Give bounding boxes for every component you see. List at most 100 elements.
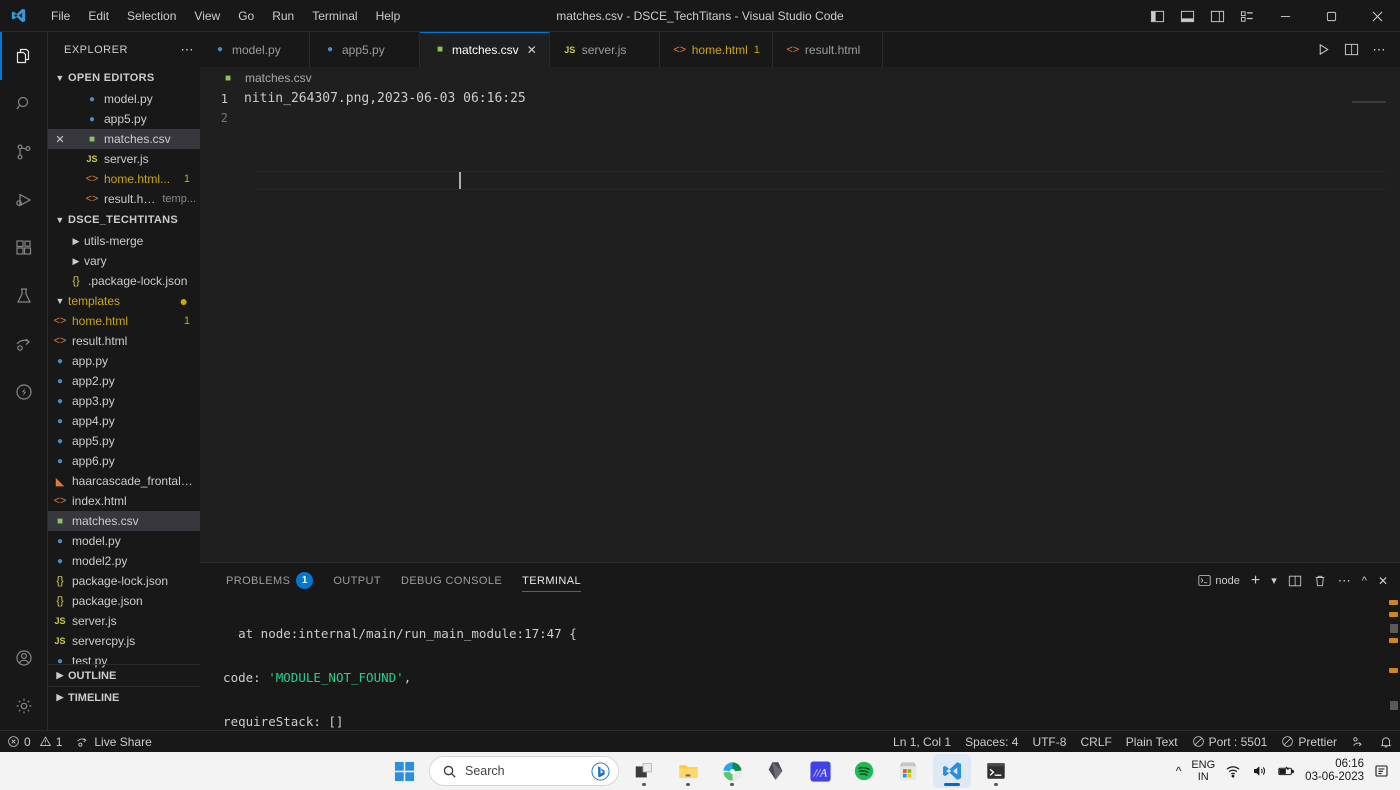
tree-item-file[interactable]: ● app2.py — [48, 371, 200, 391]
tree-item-file[interactable]: JS server.js — [48, 611, 200, 631]
battery-icon[interactable] — [1277, 763, 1295, 779]
activity-settings[interactable] — [0, 682, 48, 730]
menu-terminal[interactable]: Terminal — [303, 5, 366, 27]
tab-problems[interactable]: PROBLEMS 1 — [216, 563, 323, 598]
close-panel-button[interactable]: ✕ — [1374, 569, 1392, 593]
status-indentation[interactable]: Spaces: 4 — [958, 731, 1025, 753]
status-language-mode[interactable]: Plain Text — [1119, 731, 1185, 753]
status-live-share[interactable]: Live Share — [69, 731, 158, 753]
open-editor-item[interactable]: ● model.py — [48, 89, 200, 109]
terminal-button[interactable] — [977, 754, 1015, 788]
activity-run-debug[interactable] — [0, 176, 48, 224]
blue-app-button[interactable]: //A — [801, 754, 839, 788]
tree-item-folder[interactable]: ▶ vary — [48, 251, 200, 271]
customize-layout-icon[interactable] — [1232, 0, 1262, 32]
taskbar-search[interactable]: Search — [429, 756, 619, 786]
menu-go[interactable]: Go — [229, 5, 263, 27]
new-terminal-button[interactable]: + — [1247, 569, 1264, 593]
start-button[interactable] — [385, 754, 423, 788]
wifi-icon[interactable] — [1225, 763, 1241, 779]
menu-run[interactable]: Run — [263, 5, 303, 27]
toggle-secondary-sidebar-icon[interactable] — [1202, 0, 1232, 32]
language-indicator[interactable]: ENG IN — [1191, 759, 1215, 783]
terminal-selector[interactable]: node — [1198, 574, 1243, 587]
tree-item-file[interactable]: ● app4.py — [48, 411, 200, 431]
tree-item-file[interactable]: ● app3.py — [48, 391, 200, 411]
split-editor-right-button[interactable] — [1338, 37, 1364, 63]
open-editor-item-active[interactable]: ✕ ■ matches.csv — [48, 129, 200, 149]
terminal-more-actions-button[interactable]: ⋯ — [1334, 569, 1355, 593]
status-problems[interactable]: 0 1 — [0, 731, 69, 753]
tab-debug-console[interactable]: DEBUG CONSOLE — [391, 563, 512, 598]
tree-item-file[interactable]: JS servercpy.js — [48, 631, 200, 651]
tree-item-file[interactable]: ● app6.py — [48, 451, 200, 471]
menu-selection[interactable]: Selection — [118, 5, 185, 27]
obsidian-button[interactable] — [757, 754, 795, 788]
activity-testing[interactable] — [0, 272, 48, 320]
tray-overflow-button[interactable]: ^ — [1176, 764, 1182, 778]
clock[interactable]: 06:16 03-06-2023 — [1305, 758, 1364, 784]
tree-item-file[interactable]: ● model2.py — [48, 551, 200, 571]
vscode-button[interactable] — [933, 754, 971, 788]
tab-output[interactable]: OUTPUT — [323, 563, 391, 598]
open-editors-section-header[interactable]: ▼ OPEN EDITORS — [48, 67, 200, 89]
close-icon[interactable]: ✕ — [527, 43, 537, 57]
onedrive-button[interactable] — [713, 754, 751, 788]
more-editor-actions-button[interactable]: ⋯ — [1366, 37, 1392, 63]
activity-live-share[interactable] — [0, 320, 48, 368]
open-editor-item[interactable]: <> home.html... 1 — [48, 169, 200, 189]
tree-item-file[interactable]: ◣ haarcascade_frontalfa... — [48, 471, 200, 491]
tab-result-html[interactable]: <> result.html — [772, 32, 883, 67]
status-notifications[interactable] — [1372, 731, 1400, 753]
minimap[interactable] — [1352, 101, 1386, 103]
notification-center-icon[interactable] — [1374, 763, 1390, 779]
breadcrumb[interactable]: ■ matches.csv — [200, 67, 1400, 89]
toggle-primary-sidebar-icon[interactable] — [1142, 0, 1172, 32]
open-editor-item[interactable]: <> result.html temp... — [48, 189, 200, 209]
tree-item-file[interactable]: ● app5.py — [48, 431, 200, 451]
status-remote-host[interactable] — [1344, 731, 1372, 753]
open-editor-item[interactable]: JS server.js — [48, 149, 200, 169]
tree-item-folder[interactable]: ▼ templates ● — [48, 291, 200, 311]
activity-source-control[interactable] — [0, 128, 48, 176]
activity-extensions[interactable] — [0, 224, 48, 272]
tree-item-file-selected[interactable]: ■ matches.csv — [48, 511, 200, 531]
menu-edit[interactable]: Edit — [79, 5, 118, 27]
terminal-scrollbar[interactable] — [1386, 598, 1400, 731]
tab-server-js[interactable]: JS server.js — [549, 32, 660, 67]
tab-model-py[interactable]: ● model.py — [200, 32, 310, 67]
terminal-output[interactable]: at node:internal/main/run_main_module:17… — [200, 598, 1400, 728]
tree-item-file[interactable]: <> index.html — [48, 491, 200, 511]
run-code-button[interactable] — [1310, 37, 1336, 63]
tree-item-file[interactable]: <> home.html 1 — [48, 311, 200, 331]
status-prettier[interactable]: Prettier — [1274, 731, 1344, 753]
tree-item-file[interactable]: {} package.json — [48, 591, 200, 611]
menu-help[interactable]: Help — [367, 5, 410, 27]
file-explorer-button[interactable] — [669, 754, 707, 788]
project-section-header[interactable]: ▼ DSCE_TECHTITANS — [48, 209, 200, 231]
activity-explorer[interactable] — [0, 32, 48, 80]
minimize-button[interactable] — [1262, 0, 1308, 32]
spotify-button[interactable] — [845, 754, 883, 788]
microsoft-store-button[interactable] — [889, 754, 927, 788]
task-view-button[interactable] — [625, 754, 663, 788]
menu-view[interactable]: View — [185, 5, 229, 27]
maximize-button[interactable] — [1308, 0, 1354, 32]
status-editor-position[interactable]: Ln 1, Col 1 — [886, 731, 958, 753]
editor-scrollbar[interactable] — [1386, 146, 1400, 619]
tree-item-file[interactable]: {} package-lock.json — [48, 571, 200, 591]
volume-icon[interactable] — [1251, 763, 1267, 779]
activity-accounts[interactable] — [0, 634, 48, 682]
activity-search[interactable] — [0, 80, 48, 128]
open-editor-item[interactable]: ● app5.py — [48, 109, 200, 129]
menu-file[interactable]: File — [42, 5, 79, 27]
code-editor[interactable]: 1 nitin_264307.png,2023-06-03 06:16:25 2 — [200, 89, 1400, 562]
close-icon[interactable]: ✕ — [52, 133, 68, 146]
tab-app5-py[interactable]: ● app5.py — [310, 32, 420, 67]
tree-item-file[interactable]: ● app.py — [48, 351, 200, 371]
split-terminal-button[interactable] — [1284, 569, 1306, 593]
tree-item-file[interactable]: {} .package-lock.json — [48, 271, 200, 291]
status-live-server-port[interactable]: Port : 5501 — [1185, 731, 1275, 753]
close-button[interactable] — [1354, 0, 1400, 32]
activity-thunder-client[interactable] — [0, 368, 48, 416]
